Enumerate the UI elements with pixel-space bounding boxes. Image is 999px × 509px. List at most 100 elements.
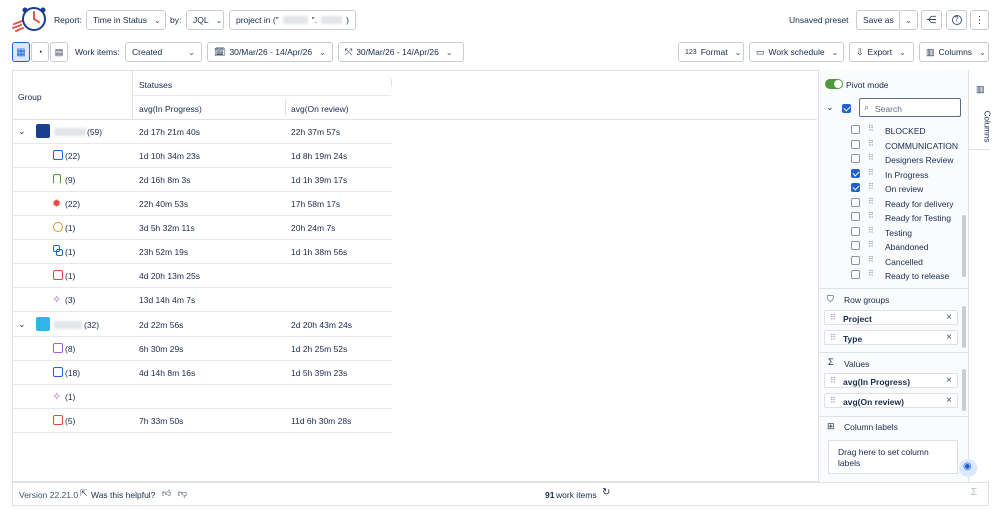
value-chip[interactable]: ⠿ avg(In Progress) × bbox=[824, 373, 958, 388]
jql-query-field[interactable]: project in (" ". ) bbox=[229, 10, 356, 30]
value-chip[interactable]: ⠿ avg(On review) × bbox=[824, 393, 958, 408]
type-count: (3) bbox=[65, 295, 76, 305]
chevron-down-icon[interactable]: ⌄ bbox=[18, 319, 26, 330]
table-row-group[interactable]: ⌄ (32) 2d 22m 56s 2d 20h 43m 24s bbox=[12, 313, 392, 337]
status-checkbox[interactable] bbox=[851, 139, 860, 149]
col-on-review-header[interactable]: avg(On review) bbox=[291, 104, 349, 114]
status-checkbox[interactable] bbox=[851, 255, 860, 265]
drag-handle-icon[interactable]: ⠿ bbox=[868, 197, 874, 206]
status-label: Ready for Testing bbox=[885, 213, 951, 223]
column-labels-dropzone[interactable]: Drag here to set column labels bbox=[828, 440, 958, 474]
work-items-select[interactable]: Created ⌄ bbox=[125, 42, 202, 62]
table-row[interactable]: ✹ (22) 22h 40m 53s 17h 58m 17s bbox=[12, 192, 392, 216]
refresh-icon[interactable]: ↻ bbox=[602, 487, 610, 498]
table-row[interactable]: (9) 2d 16h 8m 3s 1d 1h 39m 17s bbox=[12, 168, 392, 192]
date-range-picker-1[interactable]: 🗓 30/Mar/26 - 14/Apr/26 ⌄ bbox=[207, 42, 333, 62]
scrollbar[interactable] bbox=[962, 306, 966, 348]
close-icon[interactable]: × bbox=[946, 375, 952, 386]
status-checkbox[interactable] bbox=[851, 183, 860, 192]
table-row[interactable]: (22) 1d 10h 34m 23s 1d 8h 19m 24s bbox=[12, 144, 392, 168]
row-group-chip[interactable]: ⠿ Project × bbox=[824, 310, 958, 325]
scrollbar[interactable] bbox=[962, 215, 966, 277]
pivot-mode-toggle[interactable] bbox=[825, 79, 843, 89]
drag-handle-icon[interactable]: ⠿ bbox=[868, 255, 874, 264]
work-schedule-button[interactable]: ▭ Work schedule ⌄ bbox=[749, 42, 844, 62]
sigma-icon[interactable]: Σ bbox=[971, 487, 977, 498]
drag-handle-icon[interactable]: ⠿ bbox=[868, 153, 874, 162]
table-row[interactable]: ✧ (3) 13d 14h 4m 7s bbox=[12, 288, 392, 312]
drag-handle-icon[interactable]: ⠿ bbox=[868, 226, 874, 235]
drag-handle-icon[interactable]: ⠿ bbox=[868, 240, 874, 249]
close-icon[interactable]: × bbox=[946, 332, 952, 343]
date-range-1: 30/Mar/26 - 14/Apr/26 bbox=[229, 47, 313, 57]
columns-icon: ▥ bbox=[976, 84, 985, 94]
scrollbar[interactable] bbox=[962, 369, 966, 411]
table-row-group[interactable]: ⌄ (59) 2d 17h 21m 40s 22h 37m 57s bbox=[12, 120, 392, 144]
chart-view-button[interactable]: ◔ bbox=[31, 42, 49, 62]
export-button[interactable]: ⇩ Export ⌄ bbox=[849, 42, 914, 62]
save-options-button[interactable]: ⌄ bbox=[899, 10, 918, 30]
save-as-button[interactable]: Save as bbox=[856, 10, 900, 30]
calendar-view-button[interactable]: ▤ bbox=[50, 42, 68, 62]
chat-button[interactable]: ◉ bbox=[959, 459, 977, 477]
panel-divider bbox=[818, 288, 968, 289]
table-row[interactable]: (1) 3d 5h 32m 11s 20h 24m 7s bbox=[12, 216, 392, 240]
on-review-value: 1d 5h 39m 23s bbox=[291, 368, 348, 378]
on-review-value: 2d 20h 43m 24s bbox=[291, 320, 352, 330]
table-row[interactable]: (8) 6h 30m 29s 1d 2h 25m 52s bbox=[12, 337, 392, 361]
table-row[interactable]: (5) 7h 33m 50s 11d 6h 30m 28s bbox=[12, 409, 392, 433]
format-button[interactable]: 123 Format ⌄ bbox=[678, 42, 744, 62]
status-checkbox[interactable] bbox=[851, 226, 860, 236]
search-input[interactable]: ⌕ Search bbox=[859, 98, 961, 117]
drag-handle-icon[interactable]: ⠿ bbox=[830, 313, 836, 322]
row-group-chip[interactable]: ⠿ Type × bbox=[824, 330, 958, 345]
share-button[interactable]: ⋲ bbox=[921, 10, 942, 30]
status-checkbox[interactable] bbox=[851, 212, 860, 221]
report-select[interactable]: Time in Status ⌄ bbox=[86, 10, 166, 30]
more-button[interactable]: ⋮ bbox=[970, 10, 989, 30]
close-icon[interactable]: × bbox=[946, 395, 952, 406]
drag-handle-icon[interactable]: ⠿ bbox=[868, 168, 874, 177]
chevron-down-icon[interactable]: ⌄ bbox=[18, 126, 26, 137]
drag-handle-icon[interactable]: ⠿ bbox=[830, 333, 836, 342]
status-checkbox[interactable] bbox=[851, 197, 860, 207]
row-group-label: Type bbox=[843, 334, 863, 344]
pie-chart-icon: ◔ bbox=[37, 47, 43, 57]
calendar-icon: 🗓 bbox=[214, 46, 226, 57]
drag-handle-icon[interactable]: ⠿ bbox=[868, 269, 874, 278]
status-checkbox[interactable] bbox=[851, 270, 860, 279]
status-label: Testing bbox=[885, 227, 912, 238]
table-row[interactable]: (18) 4d 14h 8m 16s 1d 5h 39m 23s bbox=[12, 361, 392, 385]
col-in-progress-header[interactable]: avg(In Progress) bbox=[139, 104, 202, 114]
table-row[interactable]: (1) 23h 52m 19s 1d 1h 38m 56s bbox=[12, 240, 392, 264]
date-range-picker-2[interactable]: ⤲ 30/Mar/26 - 14/Apr/26 ⌄ bbox=[338, 42, 464, 62]
status-checkbox[interactable] bbox=[851, 125, 860, 134]
drag-handle-icon[interactable]: ⠿ bbox=[830, 376, 836, 385]
table-row[interactable]: (1) 4d 20h 13m 25s bbox=[12, 264, 392, 288]
columns-button[interactable]: ▥ Columns ⌄ bbox=[919, 42, 989, 62]
drag-handle-icon[interactable]: ⠿ bbox=[868, 124, 874, 133]
chevron-down-icon: ⌄ bbox=[215, 15, 223, 25]
drag-handle-icon[interactable]: ⠿ bbox=[830, 396, 836, 405]
table-row[interactable]: ✧ (1) bbox=[12, 385, 392, 409]
on-review-value: 11d 6h 30m 28s bbox=[291, 416, 352, 426]
values-title: Values bbox=[844, 359, 870, 369]
status-checkbox[interactable] bbox=[851, 168, 860, 178]
grid-view-button[interactable]: ▦ bbox=[12, 42, 30, 62]
thumbs-up-icon[interactable]: 👍︎ bbox=[162, 488, 171, 499]
group-count: (32) bbox=[84, 320, 100, 330]
status-checkbox[interactable] bbox=[851, 154, 860, 163]
drag-handle-icon[interactable]: ⠿ bbox=[868, 139, 874, 148]
by-select[interactable]: JQL ⌄ bbox=[186, 10, 224, 30]
select-all-checkbox[interactable] bbox=[842, 104, 851, 113]
drag-handle-icon[interactable]: ⠿ bbox=[868, 182, 874, 191]
status-checkbox[interactable] bbox=[851, 241, 860, 250]
columns-side-tab[interactable]: ▥ Columns bbox=[968, 70, 991, 150]
external-link-icon[interactable]: ⇱ bbox=[80, 488, 88, 499]
drag-handle-icon[interactable]: ⠿ bbox=[868, 211, 874, 220]
help-button[interactable]: ? bbox=[946, 10, 967, 30]
thumbs-down-icon[interactable]: 👎︎ bbox=[178, 488, 187, 499]
calendar-grid-icon: ▤ bbox=[54, 46, 64, 57]
chevron-down-icon[interactable]: ⌄ bbox=[826, 102, 834, 113]
close-icon[interactable]: × bbox=[946, 312, 952, 323]
